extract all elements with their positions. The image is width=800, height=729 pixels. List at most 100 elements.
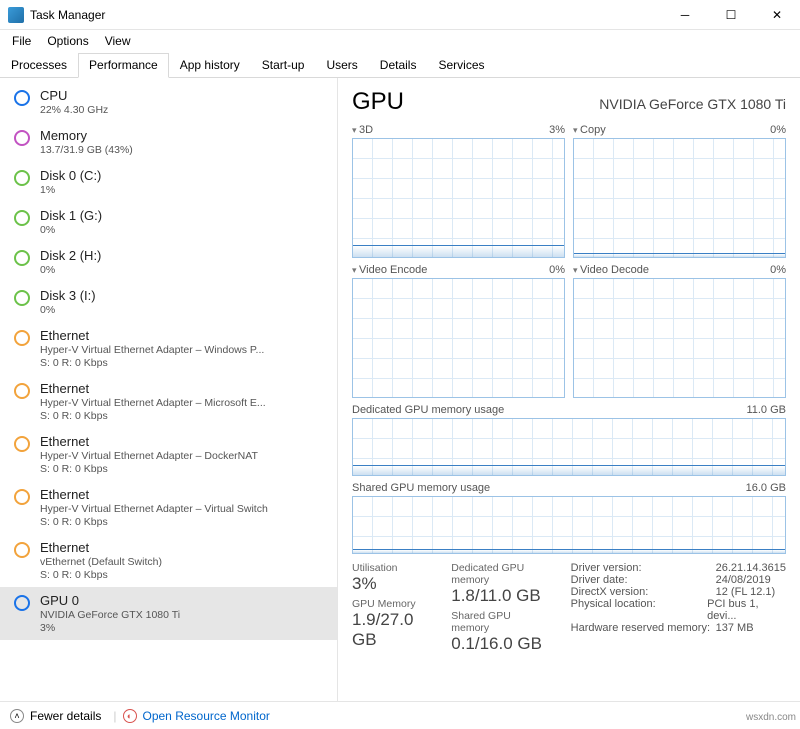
menu-view[interactable]: View <box>97 32 139 50</box>
sidebar-item-name: Ethernet <box>40 381 266 396</box>
close-button[interactable]: ✕ <box>754 0 800 30</box>
graph-label-venc[interactable]: Video Encode <box>352 264 427 276</box>
fewer-details-icon[interactable]: ˄ <box>10 709 24 723</box>
activity-ring-icon <box>14 90 30 106</box>
sidebar-item-sub: 0% <box>40 224 102 236</box>
info-val: 12 (FL 12.1) <box>716 586 776 598</box>
util-label: Utilisation <box>352 562 431 574</box>
activity-ring-icon <box>14 170 30 186</box>
sidebar-item-disk-0-c-[interactable]: Disk 0 (C:)1% <box>0 162 337 202</box>
ded-label: Dedicated GPU memory <box>451 562 550 586</box>
gmem-label: GPU Memory <box>352 598 431 610</box>
sidebar-item-name: Disk 0 (C:) <box>40 168 101 183</box>
sidebar-item-ethernet[interactable]: EthernetHyper-V Virtual Ethernet Adapter… <box>0 481 337 534</box>
sidebar-item-sub2: S: 0 R: 0 Kbps <box>40 516 268 528</box>
sidebar-item-name: Ethernet <box>40 540 162 555</box>
sidebar-item-ethernet[interactable]: EthernetHyper-V Virtual Ethernet Adapter… <box>0 322 337 375</box>
shared-mem-label: Shared GPU memory usage <box>352 482 490 494</box>
sidebar-item-ethernet[interactable]: EthernetHyper-V Virtual Ethernet Adapter… <box>0 375 337 428</box>
tab-users[interactable]: Users <box>315 53 368 78</box>
sidebar-item-sub: Hyper-V Virtual Ethernet Adapter – Micro… <box>40 397 266 409</box>
sidebar-item-cpu[interactable]: CPU22% 4.30 GHz <box>0 82 337 122</box>
graph-pct-copy: 0% <box>770 124 786 136</box>
sidebar-item-disk-3-i-[interactable]: Disk 3 (I:)0% <box>0 282 337 322</box>
tab-app-history[interactable]: App history <box>169 53 251 78</box>
sidebar-item-name: Disk 2 (H:) <box>40 248 101 263</box>
sidebar-item-sub: 13.7/31.9 GB (43%) <box>40 144 133 156</box>
resource-monitor-icon[interactable]: ◐ <box>123 709 137 723</box>
info-key: DirectX version: <box>571 586 716 598</box>
sidebar-item-sub2: S: 0 R: 0 Kbps <box>40 463 258 475</box>
resource-monitor-link[interactable]: Open Resource Monitor <box>143 709 270 723</box>
tab-startup[interactable]: Start-up <box>251 53 316 78</box>
footer: ˄ Fewer details | ◐ Open Resource Monito… <box>0 701 800 729</box>
info-key: Driver version: <box>571 562 716 574</box>
menu-options[interactable]: Options <box>39 32 96 50</box>
dedicated-mem-label: Dedicated GPU memory usage <box>352 404 504 416</box>
menu-file[interactable]: File <box>4 32 39 50</box>
sidebar-item-ethernet[interactable]: EthernetHyper-V Virtual Ethernet Adapter… <box>0 428 337 481</box>
graph-shared-mem <box>352 496 786 554</box>
sidebar[interactable]: CPU22% 4.30 GHzMemory13.7/31.9 GB (43%)D… <box>0 78 338 701</box>
sidebar-item-sub2: S: 0 R: 0 Kbps <box>40 357 264 369</box>
tab-processes[interactable]: Processes <box>0 53 78 78</box>
graph-pct-3d: 3% <box>549 124 565 136</box>
sidebar-item-name: GPU 0 <box>40 593 180 608</box>
sidebar-item-sub2: S: 0 R: 0 Kbps <box>40 569 162 581</box>
sidebar-item-sub: vEthernet (Default Switch) <box>40 556 162 568</box>
ded-value: 1.8/11.0 GB <box>451 586 550 606</box>
titlebar: Task Manager ─ ☐ ✕ <box>0 0 800 30</box>
activity-ring-icon <box>14 383 30 399</box>
sidebar-item-sub: Hyper-V Virtual Ethernet Adapter – Windo… <box>40 344 264 356</box>
tab-performance[interactable]: Performance <box>78 53 169 78</box>
info-key: Driver date: <box>571 574 716 586</box>
tabs: Processes Performance App history Start-… <box>0 52 800 78</box>
graph-pct-vdec: 0% <box>770 264 786 276</box>
fewer-details-link[interactable]: Fewer details <box>30 709 101 723</box>
tab-services[interactable]: Services <box>427 53 495 78</box>
sidebar-item-name: Memory <box>40 128 133 143</box>
graph-pct-venc: 0% <box>549 264 565 276</box>
sidebar-item-sub: 22% 4.30 GHz <box>40 104 108 116</box>
maximize-button[interactable]: ☐ <box>708 0 754 30</box>
info-column: Driver version:26.21.14.3615Driver date:… <box>571 562 786 658</box>
info-key: Physical location: <box>571 598 708 622</box>
sidebar-item-sub: NVIDIA GeForce GTX 1080 Ti <box>40 609 180 621</box>
menubar: File Options View <box>0 30 800 52</box>
sidebar-item-sub2: S: 0 R: 0 Kbps <box>40 410 266 422</box>
shared-mem-max: 16.0 GB <box>746 482 786 494</box>
sidebar-item-name: CPU <box>40 88 108 103</box>
activity-ring-icon <box>14 436 30 452</box>
util-value: 3% <box>352 574 431 594</box>
graph-label-3d[interactable]: 3D <box>352 124 373 136</box>
gmem-value: 1.9/27.0 GB <box>352 610 431 650</box>
sidebar-item-disk-2-h-[interactable]: Disk 2 (H:)0% <box>0 242 337 282</box>
dedicated-mem-max: 11.0 GB <box>746 404 786 416</box>
graph-dedicated-mem <box>352 418 786 476</box>
graph-label-vdec[interactable]: Video Decode <box>573 264 649 276</box>
activity-ring-icon <box>14 595 30 611</box>
sidebar-item-name: Ethernet <box>40 434 258 449</box>
device-name: NVIDIA GeForce GTX 1080 Ti <box>599 96 786 112</box>
activity-ring-icon <box>14 489 30 505</box>
graph-video-decode <box>573 278 786 398</box>
tab-details[interactable]: Details <box>369 53 428 78</box>
page-title: GPU <box>352 88 404 116</box>
graph-label-copy[interactable]: Copy <box>573 124 606 136</box>
minimize-button[interactable]: ─ <box>662 0 708 30</box>
sidebar-item-name: Ethernet <box>40 487 268 502</box>
sidebar-item-name: Ethernet <box>40 328 264 343</box>
graph-copy <box>573 138 786 258</box>
activity-ring-icon <box>14 130 30 146</box>
activity-ring-icon <box>14 542 30 558</box>
activity-ring-icon <box>14 250 30 266</box>
sidebar-item-gpu-0[interactable]: GPU 0NVIDIA GeForce GTX 1080 Ti3% <box>0 587 337 640</box>
graph-video-encode <box>352 278 565 398</box>
activity-ring-icon <box>14 210 30 226</box>
sidebar-item-ethernet[interactable]: EthernetvEthernet (Default Switch)S: 0 R… <box>0 534 337 587</box>
sidebar-item-disk-1-g-[interactable]: Disk 1 (G:)0% <box>0 202 337 242</box>
sidebar-item-memory[interactable]: Memory13.7/31.9 GB (43%) <box>0 122 337 162</box>
app-icon <box>8 7 24 23</box>
window-title: Task Manager <box>30 8 662 22</box>
activity-ring-icon <box>14 330 30 346</box>
